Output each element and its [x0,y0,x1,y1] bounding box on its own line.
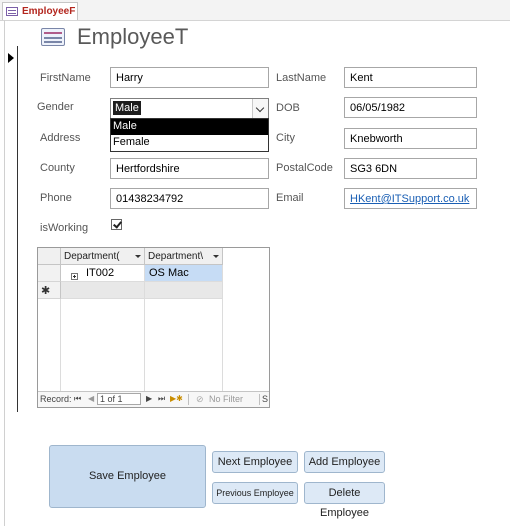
lastname-field[interactable]: Kent [344,67,477,88]
next-employee-button[interactable]: Next Employee [212,451,298,473]
gender-combo[interactable]: Male [110,98,269,119]
delete-employee-button[interactable]: Delete Employee [304,482,385,519]
next-record-icon[interactable]: ▶ [146,394,152,403]
firstname-label: FirstName [40,72,91,84]
no-filter-label[interactable]: No Filter [209,394,243,404]
phone-field[interactable]: 01438234792 [110,188,269,209]
isworking-checkbox[interactable] [111,219,122,230]
gender-option-female[interactable]: Female [111,135,268,151]
city-field[interactable]: Knebworth [344,128,477,149]
gender-option-male[interactable]: Male [111,119,268,135]
datasheet-corner[interactable] [38,248,61,265]
firstname-field[interactable]: Harry [110,67,269,88]
new-record-icon[interactable]: ▶✱ [170,394,183,403]
search-box[interactable]: S [262,394,268,404]
dob-field[interactable]: 06/05/1982 [344,97,477,118]
department-subform: Department( Department\ IT002 OS Mac ✱ R… [37,247,270,408]
table-cell[interactable]: IT002 [61,265,145,282]
form-frame-edge [4,20,5,526]
nav-separator [188,394,189,405]
nav-separator [259,394,260,405]
chevron-down-icon[interactable] [252,99,268,118]
table-cell-department-name[interactable]: OS Mac [145,265,223,282]
form-icon [41,28,65,46]
add-employee-button[interactable]: Add Employee [304,451,385,473]
email-label: Email [276,192,304,204]
previous-employee-button[interactable]: Previous Employee [212,482,298,504]
form-title: EmployeeT [77,24,189,49]
column-gridline [222,299,223,391]
gender-label: Gender [37,101,74,113]
form-icon [6,7,18,16]
save-employee-button[interactable]: Save Employee [49,445,206,508]
record-position-input[interactable]: 1 of 1 [97,393,141,405]
county-field[interactable]: Hertfordshire [110,158,269,179]
record-selector-bar [17,46,18,412]
dob-label: DOB [276,102,300,114]
column-header-label: Department\ [148,251,204,262]
column-header-department-name[interactable]: Department\ [145,248,223,265]
chevron-down-icon[interactable] [213,255,219,258]
record-label: Record: [40,394,72,404]
column-header-department-id[interactable]: Department( [61,248,145,265]
city-label: City [276,132,295,144]
new-record-selector[interactable]: ✱ [38,282,61,299]
first-record-icon[interactable]: ⏮ [74,394,81,404]
table-cell-new[interactable] [145,282,223,299]
row-selector[interactable] [38,265,61,282]
previous-record-icon[interactable]: ◀ [88,394,94,403]
record-navigation-bar: Record: ⏮ ◀ 1 of 1 ▶ ⏭ ▶✱ ⊘ No Filter S [38,391,269,407]
postalcode-label: PostalCode [276,162,333,174]
county-label: County [40,162,75,174]
filter-icon[interactable]: ⊘ [196,394,204,405]
new-record-asterisk-icon: ✱ [41,285,51,297]
last-record-icon[interactable]: ⏭ [158,394,165,404]
gender-dropdown-list: Male Female [110,118,269,152]
cell-department-id: IT002 [86,267,115,279]
isworking-label: isWorking [40,222,89,234]
lastname-label: LastName [276,72,327,84]
column-gridline [60,299,61,391]
table-cell-new[interactable] [61,282,145,299]
postalcode-field[interactable]: SG3 6DN [344,158,477,179]
record-selector-icon[interactable] [8,53,14,63]
chevron-down-icon[interactable] [135,255,141,258]
column-header-label: Department( [64,251,120,262]
expand-plus-icon[interactable] [71,273,78,280]
column-gridline [144,299,145,391]
email-field[interactable]: HKent@ITSupport.co.uk [344,188,477,209]
document-tab-label: EmployeeF [22,6,76,17]
gender-selected-value: Male [113,101,141,115]
document-tab[interactable]: EmployeeF [2,2,78,20]
address-label: Address [40,132,81,144]
phone-label: Phone [40,192,72,204]
